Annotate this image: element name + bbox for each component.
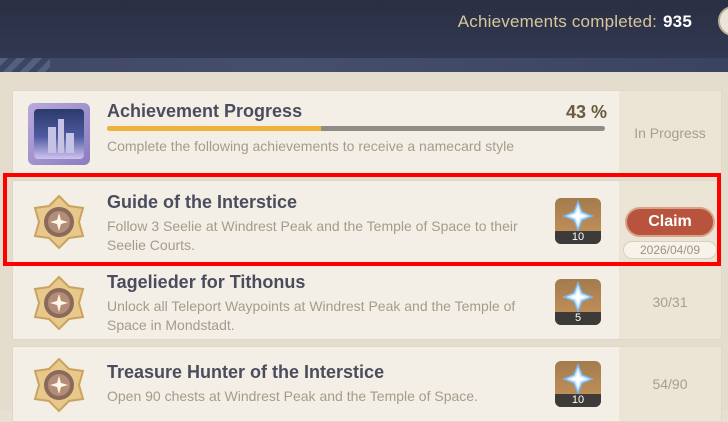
achievement-medal-icon: [33, 357, 85, 413]
reward-item: 10: [555, 198, 601, 244]
header-strip: [0, 58, 728, 72]
achievement-list: Achievement Progress 43 % Complete the f…: [0, 72, 728, 422]
progress-title: Achievement Progress: [107, 101, 303, 121]
completion-date: 2026/04/09: [623, 241, 717, 259]
header-bar: Achievements completed: 935: [0, 0, 728, 72]
progress-status: In Progress: [619, 91, 721, 175]
achievement-medal-icon: [33, 275, 85, 331]
achievement-row[interactable]: Guide of the Interstice Follow 3 Seelie …: [12, 180, 722, 264]
reward-count: 5: [555, 312, 601, 325]
progress-percent: 43 %: [565, 102, 607, 122]
primogem-icon: [562, 363, 594, 395]
achievement-medal-icon: [33, 194, 85, 250]
progress-description: Complete the following achievements to r…: [107, 138, 514, 154]
achievement-description: Unlock all Teleport Waypoints at Windres…: [107, 298, 516, 333]
achievement-title: Tagelieder for Tithonus: [107, 272, 306, 292]
reward-item: 5: [555, 279, 601, 325]
completed-count: 935: [663, 12, 692, 31]
primogem-icon: [562, 200, 594, 232]
achievement-row[interactable]: Treasure Hunter of the Interstice Open 9…: [12, 346, 722, 422]
progress-bar: [107, 126, 605, 131]
achievement-description: Follow 3 Seelie at Windrest Peak and the…: [107, 218, 518, 253]
achievement-progress: 30/31: [619, 265, 721, 339]
menu-button[interactable]: [718, 6, 728, 36]
completed-label: Achievements completed:: [457, 12, 658, 31]
claim-button[interactable]: Claim: [625, 207, 715, 237]
achievement-description: Open 90 chests at Windrest Peak and the …: [107, 388, 478, 404]
reward-count: 10: [555, 394, 601, 407]
achievement-progress-card: Achievement Progress 43 % Complete the f…: [12, 90, 722, 176]
namecard-icon: [28, 103, 90, 165]
primogem-icon: [562, 281, 594, 313]
header-decoration: [0, 58, 50, 72]
reward-item: 10: [555, 361, 601, 407]
achievement-row[interactable]: Tagelieder for Tithonus Unlock all Telep…: [12, 264, 722, 340]
reward-count: 10: [555, 231, 601, 244]
achievements-completed: Achievements completed: 935: [458, 12, 692, 32]
achievement-title: Treasure Hunter of the Interstice: [107, 362, 385, 382]
progress-bar-fill: [107, 126, 322, 131]
achievement-title: Guide of the Interstice: [107, 192, 298, 212]
